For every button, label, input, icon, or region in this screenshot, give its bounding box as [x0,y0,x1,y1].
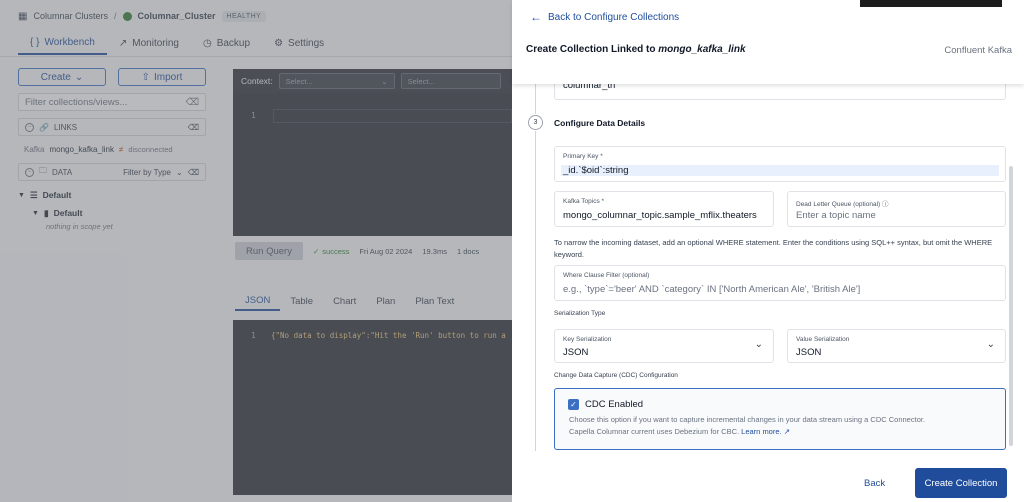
value-serialization-value: JSON [796,347,822,358]
where-clause-note: To narrow the incoming dataset, add an o… [554,238,993,259]
step-connector [535,131,536,451]
chevron-down-icon: ⌄ [754,339,763,350]
dead-letter-placeholder: Enter a topic name [796,210,876,221]
dead-letter-queue-field[interactable]: Dead Letter Queue (optional) ⓘ Enter a t… [787,191,1006,227]
drawer-scrollbar[interactable] [1009,166,1013,446]
top-dark-bar [860,0,1002,7]
value-serialization-select[interactable]: Value Serialization JSON ⌄ [787,329,1006,363]
kafka-topics-value: mongo_columnar_topic.sample_mflix.theate… [563,210,757,221]
external-link-icon: ↗ [783,427,790,436]
cdc-desc-text: Capella Columnar current uses Debezium f… [569,427,740,436]
drawer-subtitle: Confluent Kafka [944,45,1012,56]
cdc-description: Choose this option if you want to captur… [569,414,999,438]
where-clause-label: Where Clause Filter (optional) [563,272,650,279]
cdc-desc-line1: Choose this option if you want to captur… [569,415,926,424]
step-number: 3 [528,115,543,130]
step-title: Configure Data Details [554,118,646,128]
drawer-header: ← Back to Configure Collections Create C… [512,0,1024,84]
create-collection-drawer: ← Back to Configure Collections Create C… [512,0,1024,502]
primary-key-field[interactable]: Primary Key * _id.`$oid`:string [554,146,1006,182]
dead-letter-label: Dead Letter Queue (optional) ⓘ [796,201,889,208]
primary-key-label: Primary Key * [563,153,603,160]
key-serialization-value: JSON [563,347,589,358]
where-clause-placeholder: e.g., `type`='beer' AND `category` IN ['… [563,284,861,295]
kafka-topics-field[interactable]: Kafka Topics * mongo_columnar_topic.samp… [554,191,774,227]
title-prefix: Create Collection Linked to [526,44,656,55]
cdc-title: CDC Enabled [585,399,644,410]
learn-more-label: Learn more. [741,427,782,436]
cdc-section-title: Change Data Capture (CDC) Configuration [554,372,678,379]
back-link-label: Back to Configure Collections [548,11,680,23]
serialization-title: Serialization Type [554,310,606,317]
kafka-topics-label: Kafka Topics * [563,198,605,205]
where-clause-field[interactable]: Where Clause Filter (optional) e.g., `ty… [554,265,1006,301]
learn-more-link[interactable]: Learn more. ↗ [741,427,790,436]
primary-key-value: _id.`$oid`:string [561,165,999,176]
cdc-option-card[interactable]: ✓ CDC Enabled Choose this option if you … [554,388,1006,450]
cdc-checkbox[interactable]: ✓ [568,399,579,410]
step-connector [535,84,536,114]
arrow-left-icon: ← [530,10,542,24]
cdc-desc-line2: Capella Columnar current uses Debezium f… [569,426,999,438]
modal-backdrop[interactable] [0,0,512,502]
create-collection-button[interactable]: Create Collection [915,468,1007,498]
chevron-down-icon: ⌄ [986,339,995,350]
key-serialization-select[interactable]: Key Serialization JSON ⌄ [554,329,774,363]
value-serialization-label: Value Serialization [796,336,850,343]
drawer-title: Create Collection Linked to mongo_kafka_… [526,44,746,55]
key-serialization-label: Key Serialization [563,336,612,343]
title-link-name: mongo_kafka_link [658,44,746,55]
back-to-configure-link[interactable]: ← Back to Configure Collections [530,10,679,24]
drawer-footer: Back Create Collection [512,455,1024,502]
back-button[interactable]: Back [864,478,885,489]
